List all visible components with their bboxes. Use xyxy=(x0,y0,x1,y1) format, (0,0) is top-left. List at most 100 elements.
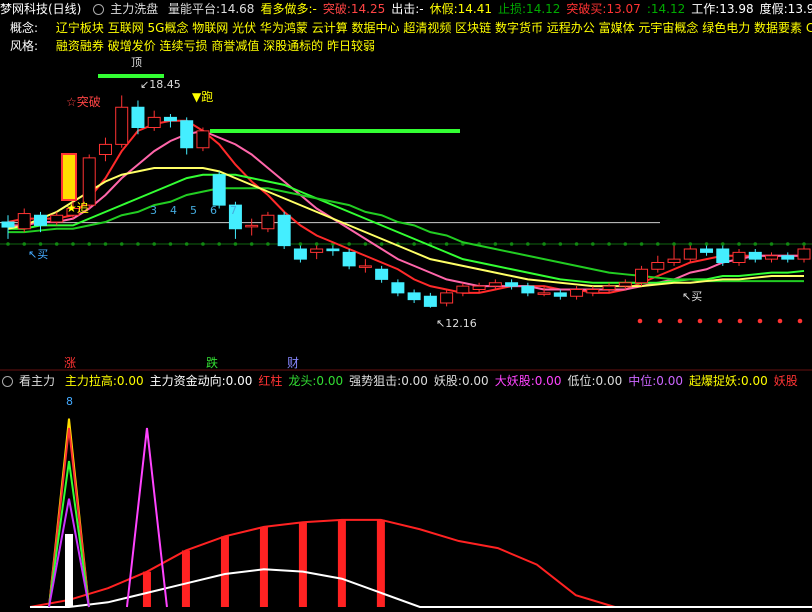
support-dot xyxy=(347,242,351,246)
support-dot xyxy=(591,242,595,246)
candle-body xyxy=(310,248,324,253)
red-bar xyxy=(181,550,190,607)
event-marker: 财 xyxy=(287,356,299,370)
support-dot xyxy=(444,242,449,246)
support-dot xyxy=(314,242,319,246)
candle-body xyxy=(602,285,616,290)
candle-body xyxy=(358,265,372,268)
signal-dot xyxy=(777,318,783,324)
candle-body xyxy=(277,214,291,247)
ma-line xyxy=(7,119,804,294)
ma-line xyxy=(8,173,805,284)
event-marker: 涨 xyxy=(64,355,76,370)
chase-label: ★追 xyxy=(66,200,89,215)
candle-body xyxy=(797,248,811,260)
support-dot xyxy=(54,242,59,246)
signal-dot xyxy=(697,318,703,324)
candle-body xyxy=(212,174,226,206)
candle-body xyxy=(131,106,145,128)
signal-dot xyxy=(717,318,723,324)
candle-body xyxy=(196,130,210,149)
candle-body xyxy=(98,143,112,155)
candle-body xyxy=(732,251,746,263)
support-dot xyxy=(574,242,579,246)
candle-body xyxy=(488,282,502,287)
candle-body xyxy=(1,221,15,228)
red-bar xyxy=(259,526,268,607)
support-dot xyxy=(298,242,303,246)
support-dot xyxy=(769,242,774,246)
buy-label-2: ↖买 xyxy=(682,290,702,303)
candle-body xyxy=(586,289,600,294)
support-dot xyxy=(558,242,563,246)
candle-body xyxy=(82,157,96,206)
breakout-label: ☆突破 xyxy=(66,94,101,109)
candle-body xyxy=(570,289,584,297)
signal-dot xyxy=(657,318,663,324)
support-dot xyxy=(71,242,75,246)
signal-dot xyxy=(737,318,743,324)
support-dot xyxy=(87,242,92,246)
candle-body xyxy=(651,262,665,270)
candle-body xyxy=(716,248,730,263)
wave-count-label: 3 xyxy=(150,204,157,217)
support-dot xyxy=(266,242,270,246)
support-dot xyxy=(201,242,205,246)
support-dot xyxy=(6,242,10,246)
support-dot xyxy=(526,242,530,246)
candle-body xyxy=(781,255,795,260)
red-bar xyxy=(142,571,151,607)
support-dot xyxy=(607,242,611,246)
candle-body xyxy=(261,214,275,230)
candle-body xyxy=(163,116,177,122)
support-dot xyxy=(672,242,676,246)
support-dot xyxy=(38,242,43,246)
candle-body xyxy=(245,224,259,228)
support-dot xyxy=(136,242,140,246)
chart-canvas[interactable]: 顶 ↙18.45 ☆突破 ▼跑 ★追 ↖买 ↖买 ↖12.16 3 4 5 6 7 涨 跌 财 8 xyxy=(0,0,812,612)
support-dot xyxy=(379,242,384,246)
candle-body xyxy=(375,268,389,280)
support-dot xyxy=(542,242,546,246)
candle-body xyxy=(147,116,161,128)
support-dot xyxy=(233,242,238,246)
support-dot xyxy=(639,242,644,246)
candle-body xyxy=(683,248,697,260)
wave-count-label: 4 xyxy=(170,204,177,217)
wave-count-label: 6 xyxy=(210,204,217,217)
signal-dot xyxy=(797,318,803,324)
signal-dot xyxy=(757,318,763,324)
candle-body xyxy=(115,106,129,145)
support-dot xyxy=(22,242,27,246)
candle-body xyxy=(618,282,632,287)
candle-body xyxy=(391,282,405,294)
red-bar xyxy=(298,522,307,607)
white-bar xyxy=(64,533,73,607)
candle-body xyxy=(537,292,551,295)
support-dot xyxy=(493,242,498,246)
candle-body xyxy=(342,251,356,267)
support-dot xyxy=(655,242,660,246)
candle-body xyxy=(423,295,437,307)
low-value-label: ↖12.16 xyxy=(436,317,477,330)
support-dot xyxy=(184,242,189,246)
candle-body xyxy=(50,214,64,223)
candle-body xyxy=(765,255,779,260)
candle-body xyxy=(407,292,421,301)
support-dot xyxy=(119,242,124,246)
support-dot xyxy=(688,242,693,246)
support-dot xyxy=(168,242,173,246)
support-dot xyxy=(753,242,758,246)
support-dot xyxy=(249,242,254,246)
red-bar xyxy=(337,519,346,607)
support-dot xyxy=(103,242,108,246)
peak-value-label: 8 xyxy=(66,395,73,408)
high-value-label: ↙18.45 xyxy=(140,78,181,91)
support-dot xyxy=(217,242,221,246)
candle-body xyxy=(456,285,470,294)
candle-body xyxy=(293,248,307,260)
candle-body xyxy=(17,213,31,230)
support-dot xyxy=(412,242,416,246)
candle-body xyxy=(472,285,486,290)
wave-count-label: 7 xyxy=(230,204,237,217)
